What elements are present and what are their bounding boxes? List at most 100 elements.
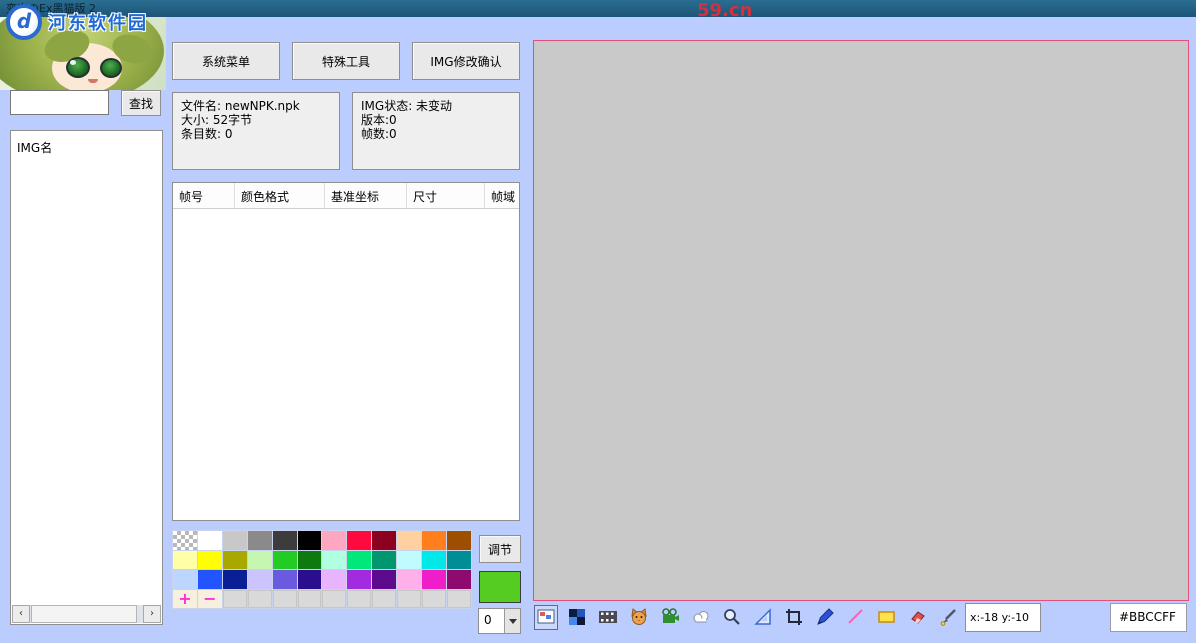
palette-empty-slot[interactable] bbox=[222, 589, 247, 608]
palette-swatch[interactable] bbox=[222, 531, 247, 550]
palette-swatch[interactable] bbox=[397, 570, 422, 589]
palette-swatch[interactable] bbox=[173, 531, 197, 550]
palette-swatch[interactable] bbox=[372, 531, 397, 550]
tool-button-ruler[interactable] bbox=[751, 605, 775, 630]
app-window: 变态のEx黑猫版 2 d 河东软件园 59.cn 系统菜单 特殊工具 IMG修改… bbox=[0, 0, 1196, 643]
palette-swatch[interactable] bbox=[422, 550, 447, 569]
palette-swatch[interactable] bbox=[173, 570, 197, 589]
palette-empty-slot[interactable] bbox=[372, 589, 397, 608]
current-color-swatch[interactable] bbox=[479, 571, 521, 603]
palette-swatch[interactable] bbox=[197, 550, 222, 569]
img-confirm-button[interactable]: IMG修改确认 bbox=[412, 42, 520, 80]
palette-empty-slot[interactable] bbox=[247, 589, 272, 608]
search-button[interactable]: 查找 bbox=[121, 90, 161, 116]
palette-add-button[interactable]: + bbox=[173, 589, 197, 608]
img-status-panel: IMG状态: 未变动 版本:0 帧数:0 bbox=[352, 92, 520, 170]
img-list-hscrollbar[interactable]: ‹ › bbox=[12, 605, 161, 623]
palette-swatch[interactable] bbox=[347, 550, 372, 569]
avatar-eye bbox=[100, 58, 122, 78]
palette-swatch[interactable] bbox=[447, 550, 471, 569]
palette-remove-button[interactable]: − bbox=[197, 589, 222, 608]
scroll-left-button[interactable]: ‹ bbox=[12, 605, 30, 623]
frame-table-header: 帧号 颜色格式 基准坐标 尺寸 帧域 bbox=[173, 183, 519, 209]
search-input[interactable] bbox=[10, 90, 109, 115]
column-header-frame-domain[interactable]: 帧域 bbox=[485, 183, 519, 208]
column-header-frame-no[interactable]: 帧号 bbox=[173, 183, 235, 208]
palette-empty-slot[interactable] bbox=[297, 589, 322, 608]
tool-button-zoom[interactable] bbox=[720, 605, 744, 630]
tool-button-eyedropper[interactable] bbox=[937, 605, 961, 630]
tool-button-rectangle[interactable] bbox=[875, 605, 899, 630]
palette-empty-slot[interactable] bbox=[347, 589, 372, 608]
tool-button-cat[interactable] bbox=[627, 605, 651, 630]
palette-swatch[interactable] bbox=[272, 570, 297, 589]
img-frames-text: 帧数:0 bbox=[361, 127, 397, 141]
palette-empty-slot[interactable] bbox=[422, 589, 447, 608]
palette-swatch[interactable] bbox=[272, 550, 297, 569]
tool-button-crop[interactable] bbox=[782, 605, 806, 630]
palette-swatch[interactable] bbox=[197, 570, 222, 589]
scroll-track[interactable] bbox=[30, 605, 143, 623]
palette-empty-slot[interactable] bbox=[322, 589, 347, 608]
watermark-url-text: 59.cn bbox=[697, 0, 753, 21]
background-hex-value[interactable]: #BBCCFF bbox=[1110, 603, 1187, 632]
palette-swatch[interactable] bbox=[173, 550, 197, 569]
avatar-eye-glint bbox=[70, 60, 76, 65]
img-version-text: 版本:0 bbox=[361, 113, 397, 127]
palette-swatch[interactable] bbox=[197, 531, 222, 550]
palette-swatch[interactable] bbox=[247, 570, 272, 589]
palette-swatch[interactable] bbox=[272, 531, 297, 550]
palette-swatch[interactable] bbox=[322, 531, 347, 550]
scroll-right-button[interactable]: › bbox=[143, 605, 161, 623]
system-menu-button[interactable]: 系统菜单 bbox=[172, 42, 280, 80]
canvas-area[interactable] bbox=[533, 40, 1189, 601]
palette-swatch[interactable] bbox=[372, 550, 397, 569]
film-strip-icon bbox=[599, 611, 617, 623]
palette-mode-icon bbox=[569, 609, 585, 625]
palette-swatch[interactable] bbox=[322, 570, 347, 589]
file-size-text: 大小: 52字节 bbox=[181, 113, 253, 127]
dropdown-arrow-button[interactable] bbox=[504, 609, 520, 633]
scroll-thumb[interactable] bbox=[31, 605, 137, 623]
palette-empty-slot[interactable] bbox=[447, 589, 471, 608]
palette-swatch[interactable] bbox=[447, 531, 471, 550]
palette-swatch[interactable] bbox=[347, 570, 372, 589]
palette-swatch[interactable] bbox=[397, 531, 422, 550]
column-header-color-format[interactable]: 颜色格式 bbox=[235, 183, 325, 208]
tool-button-filmstrip[interactable] bbox=[596, 605, 620, 630]
palette-empty-slot[interactable] bbox=[272, 589, 297, 608]
palette-swatch[interactable] bbox=[422, 531, 447, 550]
palette-swatch[interactable] bbox=[347, 531, 372, 550]
tool-button-eraser[interactable] bbox=[906, 605, 930, 630]
tool-button-cloud[interactable] bbox=[689, 605, 713, 630]
eyedropper-icon bbox=[940, 609, 956, 626]
palette-swatch[interactable] bbox=[322, 550, 347, 569]
adjust-button[interactable]: 调节 bbox=[479, 535, 521, 563]
palette-swatch[interactable] bbox=[247, 531, 272, 550]
palette-swatch[interactable] bbox=[397, 550, 422, 569]
file-info-panel: 文件名: newNPK.npk 大小: 52字节 条目数: 0 bbox=[172, 92, 340, 170]
titlebar: 变态のEx黑猫版 2 bbox=[0, 0, 1196, 17]
column-header-base-coords[interactable]: 基准坐标 bbox=[325, 183, 407, 208]
palette-swatch[interactable] bbox=[297, 531, 322, 550]
palette-swatch[interactable] bbox=[422, 570, 447, 589]
set-square-icon bbox=[754, 608, 771, 625]
palette-swatch[interactable] bbox=[247, 550, 272, 569]
tool-button-line[interactable] bbox=[844, 605, 868, 630]
tool-button-pen[interactable] bbox=[813, 605, 837, 630]
palette-swatch[interactable] bbox=[372, 570, 397, 589]
tool-button-camera[interactable] bbox=[658, 605, 682, 630]
palette-swatch[interactable] bbox=[222, 550, 247, 569]
column-header-size[interactable]: 尺寸 bbox=[407, 183, 485, 208]
img-list[interactable]: IMG名 ‹ › bbox=[10, 130, 163, 625]
palette-index-dropdown[interactable]: 0 bbox=[478, 608, 521, 634]
tool-button-palette-mode[interactable] bbox=[565, 605, 589, 630]
tool-button-preview[interactable] bbox=[534, 604, 558, 630]
frame-table[interactable]: 帧号 颜色格式 基准坐标 尺寸 帧域 bbox=[172, 182, 520, 521]
palette-swatch[interactable] bbox=[297, 570, 322, 589]
special-tools-button[interactable]: 特殊工具 bbox=[292, 42, 400, 80]
palette-empty-slot[interactable] bbox=[397, 589, 422, 608]
palette-swatch[interactable] bbox=[222, 570, 247, 589]
palette-swatch[interactable] bbox=[297, 550, 322, 569]
palette-swatch[interactable] bbox=[447, 570, 471, 589]
